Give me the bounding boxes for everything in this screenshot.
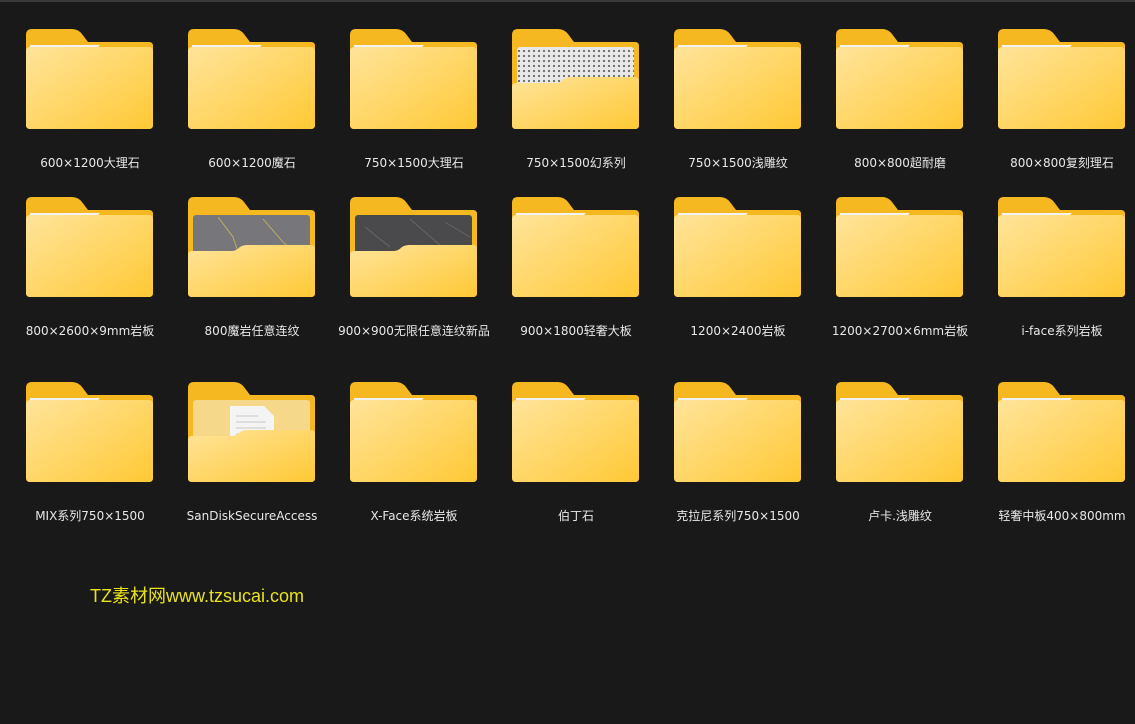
folder-label: MIX系列750×1500 [35,509,145,523]
folder-label: 750×1500大理石 [364,156,464,170]
folder-icon [26,197,153,297]
folder-item[interactable]: 800魔岩任意连纹 [176,194,326,379]
folder-item[interactable]: 800×800超耐磨 [824,26,974,194]
folder-icon [998,382,1125,482]
folder-icon [674,382,801,482]
folder-item[interactable]: MIX系列750×1500 [14,379,164,539]
folder-label: SanDiskSecureAccess [186,509,318,523]
folder-grid: 600×1200大理石 600×1200魔石 750×1500大理石 750×1500… [14,26,1135,539]
folder-icon [188,382,315,482]
folder-icon [350,382,477,482]
folder-label: 克拉尼系列750×1500 [676,509,800,523]
folder-label: 800×800复刻理石 [1010,156,1114,170]
top-border [0,0,1135,2]
folder-item[interactable]: 900×900无限任意连纹新品 [338,194,490,379]
folder-icon [512,197,639,297]
folder-item[interactable]: 600×1200大理石 [14,26,164,194]
folder-icon [836,29,963,129]
folder-item[interactable]: 750×1500浅雕纹 [662,26,812,194]
folder-item[interactable]: 750×1500幻系列 [500,26,650,194]
folder-label: 800魔岩任意连纹 [204,324,300,338]
folder-item[interactable]: X-Face系统岩板 [338,379,488,539]
folder-item[interactable]: 900×1800轻奢大板 [500,194,650,379]
folder-label: X-Face系统岩板 [370,509,458,523]
folder-item[interactable]: 轻奢中板400×800mm [986,379,1135,539]
folder-icon [674,29,801,129]
folder-label: 900×1800轻奢大板 [520,324,632,338]
folder-item[interactable]: 克拉尼系列750×1500 [662,379,812,539]
folder-label: 750×1500幻系列 [526,156,626,170]
folder-icon [350,197,477,297]
folder-item[interactable]: 800×800复刻理石 [986,26,1135,194]
folder-icon [26,29,153,129]
folder-icon [512,382,639,482]
folder-item[interactable]: i-face系列岩板 [986,194,1135,379]
folder-label: 1200×2400岩板 [690,324,786,338]
folder-item[interactable]: 600×1200魔石 [176,26,326,194]
folder-label: 600×1200魔石 [208,156,296,170]
folder-icon [188,29,315,129]
folder-item[interactable]: 1200×2400岩板 [662,194,812,379]
folder-item[interactable]: 伯丁石 [500,379,650,539]
folder-icon [188,197,315,297]
folder-label: 600×1200大理石 [40,156,140,170]
folder-item[interactable]: 1200×2700×6mm岩板 [824,194,974,379]
folder-item[interactable]: 750×1500大理石 [338,26,488,194]
folder-label: 800×800超耐磨 [854,156,946,170]
folder-label: 900×900无限任意连纹新品 [338,324,490,338]
folder-icon [998,29,1125,129]
folder-icon [512,29,639,129]
folder-item[interactable]: 卢卡.浅雕纹 [824,379,974,539]
folder-item[interactable]: 800×2600×9mm岩板 [14,194,164,379]
folder-label: 伯丁石 [557,509,594,523]
folder-item[interactable]: SanDiskSecureAccess [176,379,326,539]
folder-label: 1200×2700×6mm岩板 [831,324,969,338]
folder-label: 轻奢中板400×800mm [998,509,1126,523]
folder-label: 750×1500浅雕纹 [688,156,788,170]
folder-icon [350,29,477,129]
folder-icon [26,382,153,482]
folder-icon [998,197,1125,297]
folder-label: 卢卡.浅雕纹 [868,509,932,523]
folder-icon [674,197,801,297]
folder-label: i-face系列岩板 [1021,324,1103,338]
folder-label: 800×2600×9mm岩板 [25,324,155,338]
folder-icon [836,382,963,482]
folder-icon [836,197,963,297]
watermark-text: TZ素材网www.tzsucai.com [90,586,305,606]
